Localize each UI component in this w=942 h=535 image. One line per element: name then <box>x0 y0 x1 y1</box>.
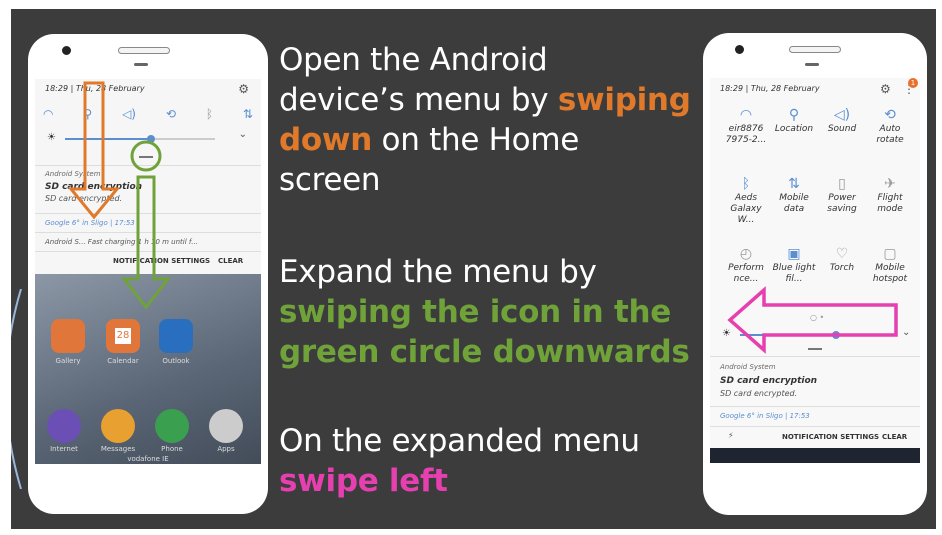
tutorial-overlay <box>727 286 898 354</box>
left-phone: 18:29 | Thu, 28 February ⚙ ◠ ⚲ ◁) ⟲ ᛒ ⇅ … <box>28 34 268 514</box>
front-camera-icon <box>735 45 744 54</box>
caption-step3-highlight: swipe left <box>279 463 448 499</box>
caption-step2-text: Expand the menu by <box>279 254 597 290</box>
pink-swipe-left-arrow <box>727 286 898 354</box>
right-phone: 18:29 | Thu, 28 February ⚙ ⋮ 1 ◠ eir8876 … <box>703 33 927 515</box>
orange-swipe-arrow <box>67 81 121 220</box>
green-circle-highlight <box>130 140 162 172</box>
sensor-bar <box>134 63 148 66</box>
sensor-bar <box>805 63 819 66</box>
slide: 18:29 | Thu, 28 February ⚙ ◠ ⚲ ◁) ⟲ ᛒ ⇅ … <box>11 9 936 529</box>
caption-step2-highlight: swiping the icon in the green circle dow… <box>279 294 690 370</box>
caption-step1-text: Open the Android device’s menu by <box>279 42 549 118</box>
caption-step3: On the expanded menu swipe left <box>279 421 719 501</box>
green-swipe-arrow <box>120 175 172 310</box>
left-phone-screen: 18:29 | Thu, 28 February ⚙ ◠ ⚲ ◁) ⟲ ᛒ ⇅ … <box>35 79 261 464</box>
right-phone-screen: 18:29 | Thu, 28 February ⚙ ⋮ 1 ◠ eir8876 … <box>710 78 920 463</box>
tutorial-overlay <box>67 81 172 310</box>
front-camera-icon <box>62 46 71 55</box>
speaker-grill <box>789 46 841 53</box>
caption-step1: Open the Android device’s menu by swipin… <box>279 40 719 200</box>
caption-step2: Expand the menu by swiping the icon in t… <box>279 252 719 372</box>
speaker-grill <box>118 47 170 54</box>
caption-step3-text: On the expanded menu <box>279 423 640 459</box>
